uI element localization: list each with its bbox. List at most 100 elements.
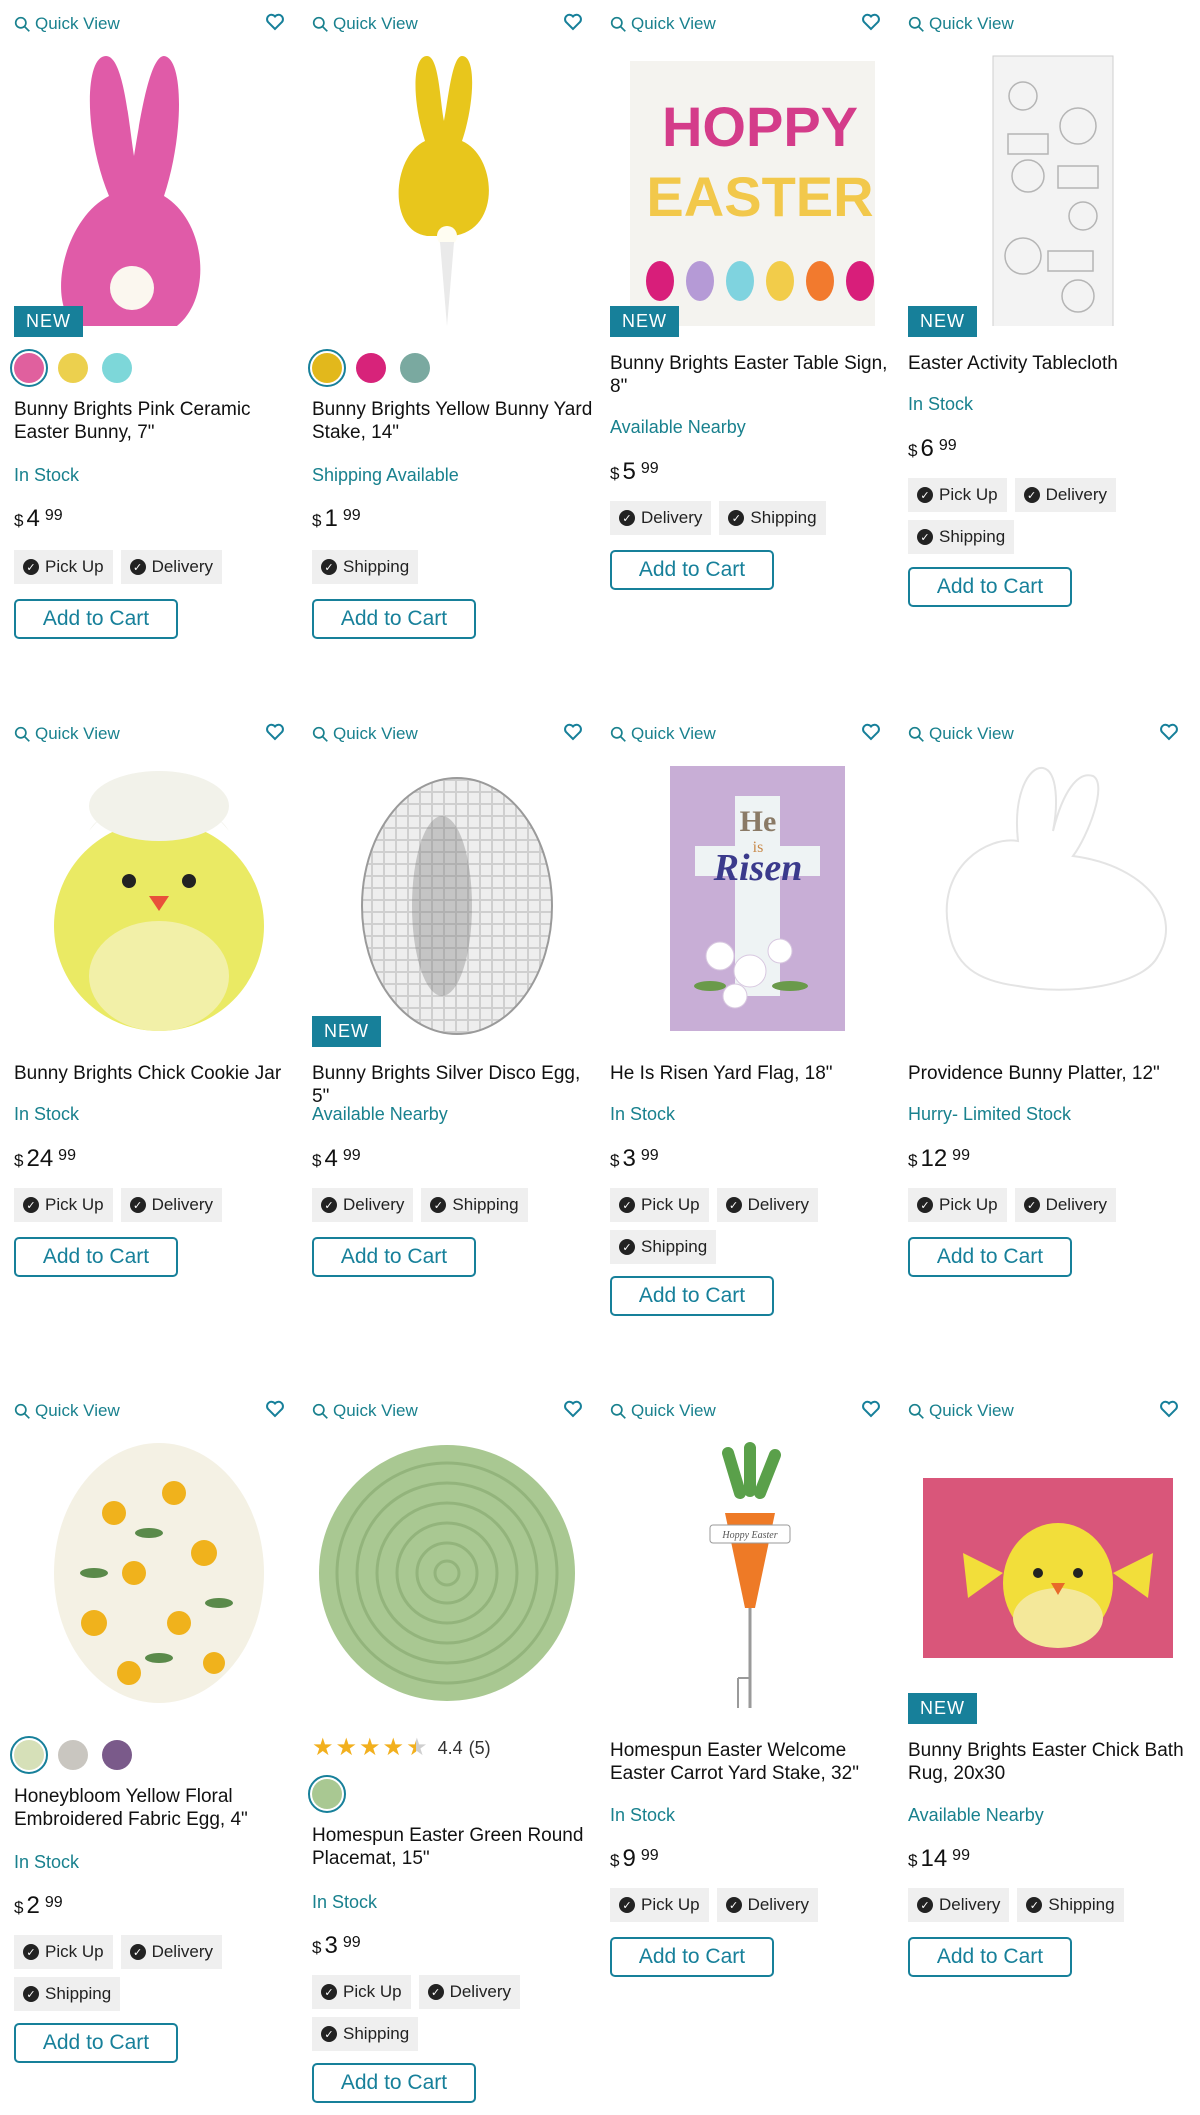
product-title[interactable]: Bunny Brights Yellow Bunny Yard Stake, 1… (312, 398, 597, 444)
swatch-teal[interactable] (102, 353, 132, 383)
fulfillment-chip: ✓ Pick Up (14, 550, 113, 584)
product-title[interactable]: Bunny Brights Pink Ceramic Easter Bunny,… (14, 398, 299, 444)
heart-icon[interactable] (563, 722, 583, 742)
product-image[interactable] (14, 46, 279, 326)
swatch-pink[interactable] (356, 353, 386, 383)
quick-view-link[interactable]: Quick View (14, 1401, 120, 1421)
heart-icon[interactable] (861, 12, 881, 32)
check-icon: ✓ (23, 1986, 39, 2002)
check-icon: ✓ (619, 510, 635, 526)
product-price: $1 99 (312, 505, 361, 532)
swatch-purple-floral[interactable] (102, 1740, 132, 1770)
check-icon: ✓ (917, 1197, 933, 1213)
check-icon: ✓ (917, 487, 933, 503)
quick-view-label: Quick View (333, 14, 418, 33)
product-image[interactable] (908, 756, 1173, 1036)
swatch-yellow-floral[interactable] (10, 1736, 48, 1774)
check-icon: ✓ (725, 1197, 742, 1213)
product-title[interactable]: Homespun Easter Welcome Easter Carrot Ya… (610, 1739, 895, 1785)
quick-view-link[interactable]: Quick View (312, 1401, 418, 1421)
product-image[interactable] (312, 756, 577, 1036)
quick-view-label: Quick View (333, 724, 418, 743)
product-image[interactable]: HOPPY EASTER (610, 46, 875, 326)
star-icon: ★ (335, 1734, 358, 1761)
new-badge: NEW (908, 306, 977, 337)
svg-text:Risen: Risen (713, 847, 803, 889)
heart-icon[interactable] (563, 12, 583, 32)
product-title[interactable]: Bunny Brights Silver Disco Egg, 5" (312, 1062, 597, 1108)
product-title[interactable]: Bunny Brights Easter Chick Bath Rug, 20x… (908, 1739, 1193, 1785)
product-card: Quick View ★ ★ ★ ★ ★ 4.4 (5) Homespun Ea… (298, 1387, 583, 2107)
quick-view-link[interactable]: Quick View (908, 14, 1014, 34)
product-image[interactable]: Hoppy Easter (610, 1433, 875, 1713)
add-to-cart-button[interactable]: Add to Cart (610, 1937, 774, 1977)
product-price: $4 99 (312, 1145, 361, 1172)
add-to-cart-button[interactable]: Add to Cart (312, 1237, 476, 1277)
rating[interactable]: ★ ★ ★ ★ ★ 4.4 (5) (312, 1736, 491, 1760)
product-title[interactable]: Bunny Brights Chick Cookie Jar (14, 1062, 299, 1085)
product-title[interactable]: Easter Activity Tablecloth (908, 352, 1193, 375)
product-image[interactable] (14, 1433, 279, 1713)
product-title[interactable]: Homespun Easter Green Round Placemat, 15… (312, 1824, 597, 1870)
swatch-pink[interactable] (10, 349, 48, 387)
product-card: Quick View NEW Easter Activity Tableclot… (894, 0, 1179, 700)
quick-view-link[interactable]: Quick View (610, 1401, 716, 1421)
product-image[interactable] (312, 46, 577, 326)
check-icon: ✓ (23, 1944, 39, 1960)
heart-icon[interactable] (265, 1399, 285, 1419)
heart-icon[interactable] (265, 722, 285, 742)
swatch-teal[interactable] (400, 353, 430, 383)
quick-view-link[interactable]: Quick View (14, 724, 120, 744)
add-to-cart-button[interactable]: Add to Cart (610, 550, 774, 590)
heart-icon[interactable] (1159, 722, 1179, 742)
heart-icon[interactable] (861, 722, 881, 742)
quick-view-link[interactable]: Quick View (908, 1401, 1014, 1421)
product-title[interactable]: Bunny Brights Easter Table Sign, 8" (610, 352, 900, 398)
add-to-cart-button[interactable]: Add to Cart (312, 2063, 476, 2103)
swatch-yellow[interactable] (308, 349, 346, 387)
quick-view-link[interactable]: Quick View (610, 14, 716, 34)
half-star-icon: ★ (406, 1734, 428, 1761)
product-card: Quick View NEW Bunny Brights Silver Disc… (298, 710, 583, 1370)
quick-view-link[interactable]: Quick View (312, 14, 418, 34)
quick-view-link[interactable]: Quick View (610, 724, 716, 744)
heart-icon[interactable] (563, 1399, 583, 1419)
stock-status: In Stock (14, 1852, 80, 1872)
product-image[interactable]: He is Risen (610, 756, 875, 1036)
add-to-cart-button[interactable]: Add to Cart (312, 599, 476, 639)
quick-view-link[interactable]: Quick View (312, 724, 418, 744)
quick-view-label: Quick View (35, 1401, 120, 1420)
product-price: $6 99 (908, 435, 957, 462)
product-image[interactable] (908, 1433, 1173, 1713)
add-to-cart-button[interactable]: Add to Cart (14, 1237, 178, 1277)
add-to-cart-button[interactable]: Add to Cart (908, 567, 1072, 607)
quick-view-link[interactable]: Quick View (14, 14, 120, 34)
fulfillment-chip: ✓ Delivery (716, 1188, 818, 1222)
fulfillment-chip: ✓ Delivery (120, 1935, 222, 1969)
product-title[interactable]: He Is Risen Yard Flag, 18" (610, 1062, 895, 1085)
heart-icon[interactable] (1159, 1399, 1179, 1419)
swatch-yellow[interactable] (58, 353, 88, 383)
product-title[interactable]: Honeybloom Yellow Floral Embroidered Fab… (14, 1785, 299, 1831)
stock-status: In Stock (14, 465, 80, 485)
add-to-cart-button[interactable]: Add to Cart (14, 2023, 178, 2063)
add-to-cart-button[interactable]: Add to Cart (610, 1276, 774, 1316)
product-card: Quick View Bunny Brights Yellow Bunny Ya… (298, 0, 592, 700)
add-to-cart-button[interactable]: Add to Cart (14, 599, 178, 639)
product-title[interactable]: Providence Bunny Platter, 12" (908, 1062, 1193, 1085)
check-icon: ✓ (321, 1197, 337, 1213)
quick-view-link[interactable]: Quick View (908, 724, 1014, 744)
product-image[interactable] (908, 46, 1173, 326)
heart-icon[interactable] (861, 1399, 881, 1419)
quick-view-label: Quick View (35, 724, 120, 743)
svg-text:EASTER: EASTER (646, 165, 873, 228)
product-image[interactable] (312, 1433, 577, 1713)
add-to-cart-button[interactable]: Add to Cart (908, 1937, 1072, 1977)
search-icon (610, 726, 626, 742)
add-to-cart-button[interactable]: Add to Cart (908, 1237, 1072, 1277)
product-image[interactable] (14, 756, 279, 1036)
swatch-green[interactable] (308, 1775, 346, 1813)
swatch-gray-floral[interactable] (58, 1740, 88, 1770)
check-icon: ✓ (1023, 487, 1040, 503)
heart-icon[interactable] (265, 12, 285, 32)
